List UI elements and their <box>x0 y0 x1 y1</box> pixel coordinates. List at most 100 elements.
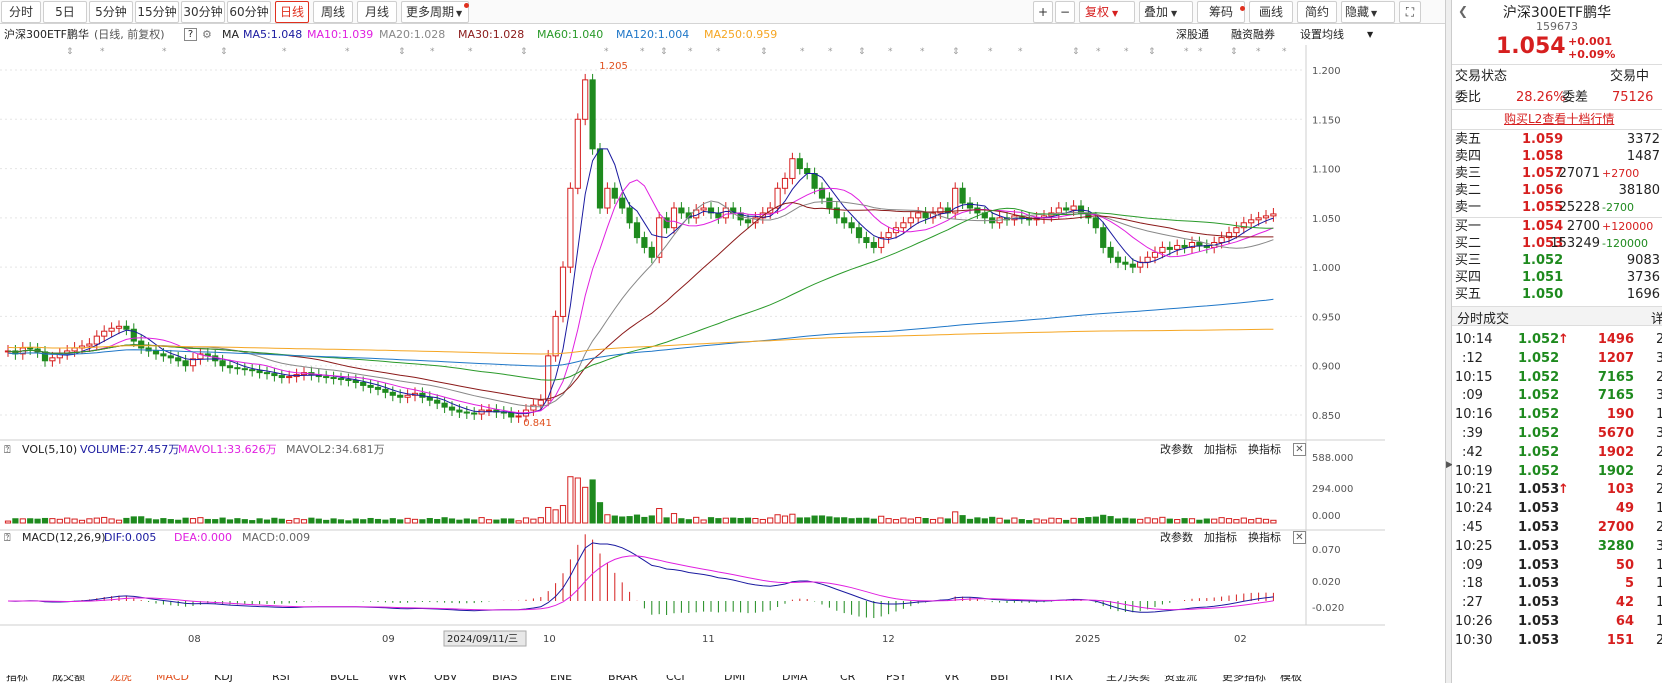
l2-upsell-link[interactable]: 购买L2查看十档行情 <box>1504 110 1614 127</box>
indicator-tab[interactable]: WR <box>388 675 407 683</box>
indicator-tab[interactable]: VR <box>944 675 959 683</box>
indicator-tab[interactable]: BIAS <box>492 675 517 683</box>
help-icon[interactable]: ⍰ <box>4 530 11 546</box>
trade-volume: 5670 <box>1597 426 1634 441</box>
zoom-in-button[interactable]: + <box>1033 1 1053 23</box>
indicator-tab[interactable]: TRIX <box>1048 675 1073 683</box>
help-icon[interactable]: ⍰ <box>4 442 11 458</box>
ma5-value: MA5:1.048 <box>243 28 303 41</box>
trade-row: 10:21 1.053 ↑ 103 2 <box>1452 481 1662 499</box>
indicator-tab[interactable]: 更多指标 <box>1222 675 1266 683</box>
volume-bar <box>582 486 589 524</box>
bid-row[interactable]: 买一 1.054 2700 +120000 <box>1452 218 1662 236</box>
indicator-tab[interactable]: CR <box>840 675 855 683</box>
indicator-tab[interactable]: DMA <box>782 675 808 683</box>
close-icon[interactable]: ✕ <box>1293 531 1306 544</box>
macd-switch-indicator[interactable]: 换指标 <box>1248 530 1281 546</box>
volume-bar <box>130 516 137 524</box>
indicator-tab[interactable]: RSI <box>272 675 290 683</box>
candle <box>382 388 389 393</box>
help-icon[interactable]: ? <box>184 28 197 41</box>
draw-line-button[interactable]: 画线 <box>1249 1 1293 23</box>
period-tab-30min[interactable]: 30分钟 <box>181 1 225 23</box>
simple-mode-button[interactable]: 简约 <box>1297 1 1337 23</box>
book-price: 1.059 <box>1522 132 1564 147</box>
settings-gear-icon[interactable]: ⚙ <box>202 25 212 45</box>
period-tab-fenshi[interactable]: 分时 <box>1 1 41 23</box>
ma-settings-dropdown[interactable]: 设置均线 <box>1300 25 1344 45</box>
vol-edit-params[interactable]: 改参数 <box>1160 442 1193 458</box>
indicator-tab[interactable]: 指标 <box>6 675 28 683</box>
ask-row[interactable]: 卖五 1.059 3372 <box>1452 131 1662 149</box>
book-volume: 2700 <box>1566 219 1600 234</box>
hide-dropdown[interactable]: 隐藏 ▼ <box>1341 1 1395 23</box>
indicator-tab[interactable]: 成交额 <box>52 675 85 683</box>
period-tab-60min[interactable]: 60分钟 <box>227 1 271 23</box>
period-tab-5min[interactable]: 5分钟 <box>89 1 133 23</box>
fuquan-dropdown[interactable]: 复权 ▼ <box>1079 1 1135 23</box>
indicator-tab[interactable]: 主力买卖 <box>1106 675 1150 683</box>
indicator-tab[interactable]: 龙虎 <box>110 675 132 683</box>
indicator-tab[interactable]: 资金流 <box>1164 675 1197 683</box>
macd-edit-params[interactable]: 改参数 <box>1160 530 1193 546</box>
candle <box>1233 227 1240 234</box>
ask-row[interactable]: 卖四 1.058 1487 <box>1452 148 1662 166</box>
ask-row[interactable]: 卖一 1.055 25228 -2700 <box>1452 199 1662 217</box>
period-tab-daily[interactable]: 日线 <box>275 1 309 23</box>
indicator-tab[interactable]: ENE <box>550 675 572 683</box>
bid-row[interactable]: 买三 1.052 9083 <box>1452 252 1662 270</box>
volume-bar <box>308 517 315 524</box>
vol-switch-indicator[interactable]: 换指标 <box>1248 442 1281 458</box>
trade-time: 10:16 <box>1455 407 1493 423</box>
security-name: 沪深300ETF鹏华 <box>4 28 89 41</box>
period-tab-5day[interactable]: 5日 <box>43 1 87 23</box>
trade-time: :18 <box>1462 576 1483 592</box>
volume-bar <box>611 515 618 524</box>
indicator-tab[interactable]: BBI <box>990 675 1008 683</box>
trade-row: 10:30 1.053 151 2 <box>1452 632 1662 650</box>
more-periods-dropdown[interactable]: 更多周期 ▼ <box>401 1 469 23</box>
candle <box>922 212 929 219</box>
candle <box>93 335 100 345</box>
macd-add-indicator[interactable]: 加指标 <box>1204 530 1237 546</box>
vol-add-indicator[interactable]: 加指标 <box>1204 442 1237 458</box>
indicator-tab[interactable]: PSY <box>886 675 906 683</box>
up-arrow-icon: ↑ <box>1558 332 1569 347</box>
period-tab-monthly[interactable]: 月线 <box>357 1 397 23</box>
bid-row[interactable]: 买五 1.050 1696 <box>1452 286 1662 304</box>
period-tab-weekly[interactable]: 周线 <box>313 1 353 23</box>
indicator-tab[interactable]: 模板 <box>1280 675 1302 683</box>
indicator-tab[interactable]: BRAR <box>608 675 638 683</box>
period-tab-15min[interactable]: 15分钟 <box>135 1 179 23</box>
bid-row[interactable]: 买二 1.053 153249 -120000 <box>1452 235 1662 253</box>
zoom-out-button[interactable]: − <box>1055 1 1075 23</box>
indicator-tab[interactable]: KDJ <box>214 675 233 683</box>
candle <box>1092 217 1099 229</box>
bid-row[interactable]: 买四 1.051 3736 <box>1452 269 1662 287</box>
overlay-dropdown[interactable]: 叠加 ▼ <box>1139 1 1193 23</box>
ask-row[interactable]: 卖二 1.056 38180 <box>1452 182 1662 200</box>
volume-bar <box>989 516 996 524</box>
candle <box>959 187 966 204</box>
link-margin-trading[interactable]: 融资融券 <box>1231 25 1275 45</box>
candle <box>1070 205 1077 211</box>
indicator-tab[interactable]: OBV <box>434 675 457 683</box>
fullscreen-icon[interactable]: ⛶ <box>1399 1 1421 23</box>
close-icon[interactable]: ✕ <box>1293 443 1306 456</box>
ask-row[interactable]: 卖三 1.057 27071 +2700 <box>1452 165 1662 183</box>
panel-splitter[interactable]: ▶ <box>1445 0 1453 683</box>
indicator-tab[interactable]: DMI <box>724 675 745 683</box>
indicator-tab[interactable]: MACD <box>156 675 189 683</box>
volume-bar <box>123 517 130 524</box>
volume-bar <box>574 477 581 524</box>
indicator-tab[interactable]: CCI <box>666 675 685 683</box>
link-shengutong[interactable]: 深股通 <box>1176 25 1209 45</box>
trade-volume: 7165 <box>1597 388 1634 404</box>
kline-chart[interactable]: ⇕ * * ⇕ * * ⇕ * * ⇕ * * ⇕ * * ⇕ * * ⇕ * * ⇕ * * ⇕ * * ⇕ * * ⇕ * * 1.2001… <box>0 45 1385 675</box>
trades-detail-button[interactable]: 详 <box>1651 308 1662 327</box>
candle <box>374 386 382 390</box>
volume-bar <box>530 518 537 524</box>
chips-button[interactable]: 筹码 <box>1197 1 1245 23</box>
indicator-tab[interactable]: BOLL <box>330 675 358 683</box>
volume-bar <box>915 517 922 524</box>
